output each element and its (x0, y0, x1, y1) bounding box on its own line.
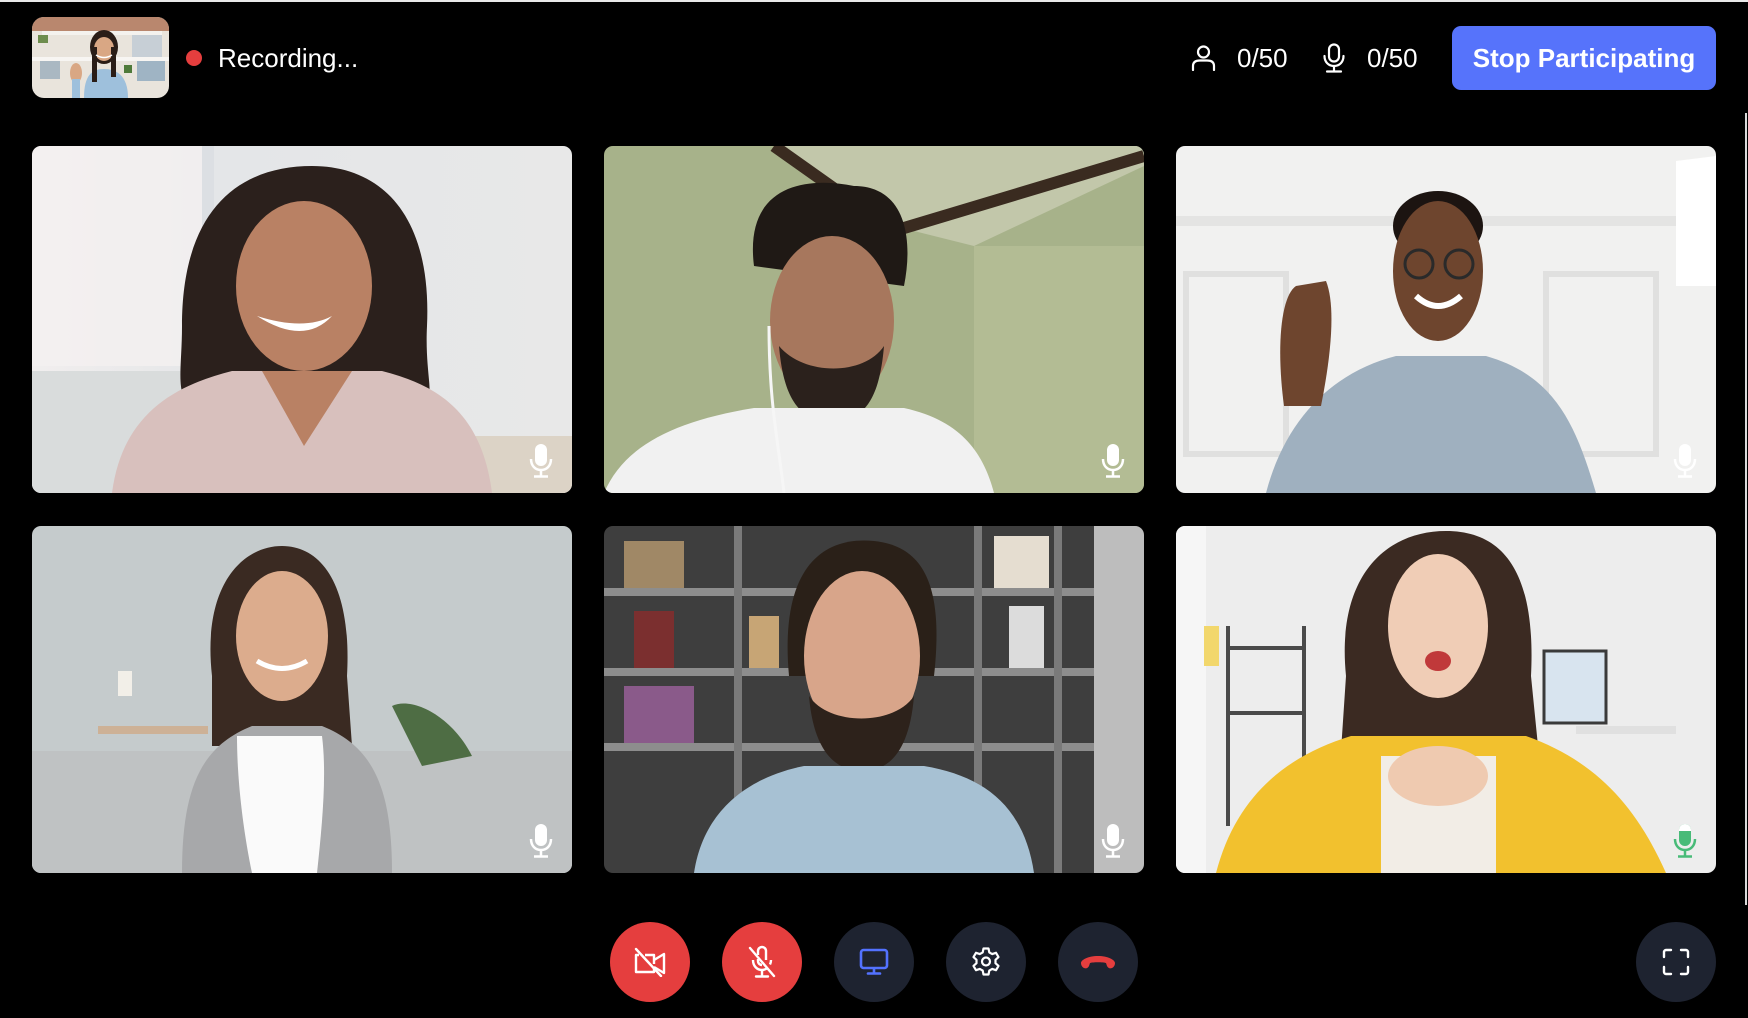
microphone-icon (1101, 824, 1125, 858)
participant-tile[interactable] (604, 526, 1144, 873)
microphone-icon (529, 444, 553, 478)
recording-status: Recording... (218, 43, 359, 73)
participant-video (1176, 146, 1716, 493)
self-view-thumbnail[interactable] (32, 17, 169, 98)
speakers-count-value: 0/50 (1367, 43, 1418, 73)
screen-share-button[interactable] (834, 922, 914, 1002)
monitor-icon (859, 948, 889, 975)
participant-tile[interactable] (32, 146, 572, 493)
user-icon (1191, 45, 1216, 71)
window-top-border (0, 0, 1748, 2)
self-view-image (32, 17, 169, 98)
camera-toggle-button[interactable] (610, 922, 690, 1002)
microphone-icon (1101, 444, 1125, 478)
participant-video (1176, 526, 1716, 873)
recording-indicator-dot (186, 50, 202, 66)
participant-tile[interactable] (604, 146, 1144, 493)
phone-hangup-icon (1081, 956, 1115, 969)
microphone-icon (529, 824, 553, 858)
mic-off-icon (748, 945, 776, 978)
participant-video (32, 146, 572, 493)
participants-count: 0/50 (1191, 41, 1288, 75)
stop-participating-button[interactable]: Stop Participating (1452, 26, 1716, 90)
video-off-icon (634, 947, 666, 977)
speakers-count: 0/50 (1322, 41, 1418, 75)
scrollbar-track[interactable] (1745, 113, 1747, 905)
hang-up-button[interactable] (1058, 922, 1138, 1002)
microphone-icon (1323, 43, 1345, 73)
fullscreen-icon (1662, 948, 1690, 976)
fullscreen-button[interactable] (1636, 922, 1716, 1002)
mic-toggle-button[interactable] (722, 922, 802, 1002)
microphone-speaking-icon (1673, 824, 1697, 858)
participant-video (604, 526, 1144, 873)
gear-icon (972, 947, 1000, 976)
participant-tile[interactable] (1176, 146, 1716, 493)
participant-tile-speaking[interactable] (1176, 526, 1716, 873)
settings-button[interactable] (946, 922, 1026, 1002)
participant-tile[interactable] (32, 526, 572, 873)
participant-video (604, 146, 1144, 493)
microphone-icon (1673, 444, 1697, 478)
participant-video (32, 526, 572, 873)
participants-count-value: 0/50 (1237, 43, 1288, 73)
